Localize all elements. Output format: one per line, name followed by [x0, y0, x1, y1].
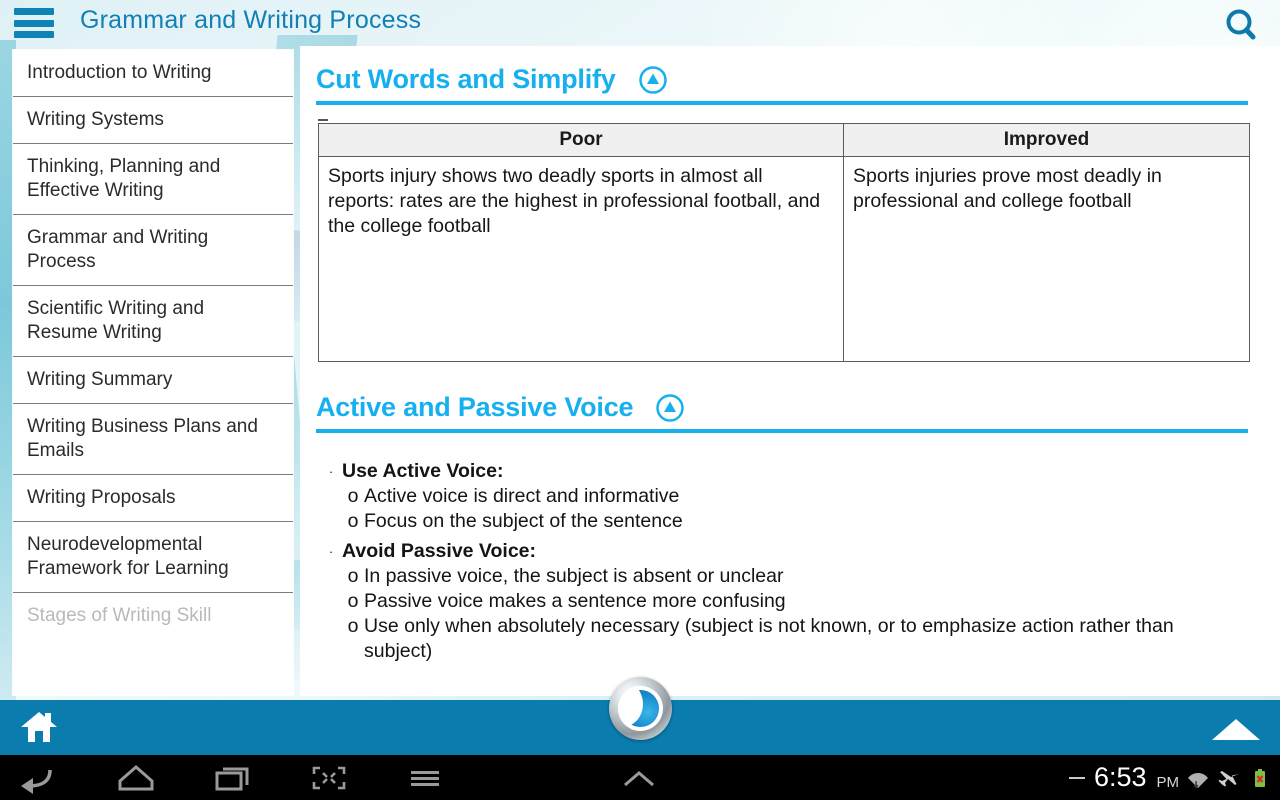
sidebar-item-neurodevelopmental-framework[interactable]: Neurodevelopmental Framework for Learnin…	[13, 522, 293, 593]
section-divider	[316, 429, 1248, 433]
home-icon[interactable]	[20, 710, 58, 744]
section-title: Active and Passive Voice	[316, 392, 634, 422]
sidebar-item-label: Writing Summary	[27, 369, 173, 390]
hamburger-bar	[14, 19, 54, 27]
home-outline-icon[interactable]	[113, 760, 159, 796]
sidebar-item-label: Neurodevelopmental Framework for Learnin…	[27, 534, 229, 579]
app-logo-icon[interactable]	[609, 677, 672, 740]
bullet-text: Use Active Voice:	[342, 460, 504, 482]
table-header-improved: Improved	[843, 123, 1250, 157]
list-item: · Use Active Voice:	[320, 459, 1262, 484]
collapse-up-icon[interactable]	[638, 65, 668, 95]
wifi-icon	[1186, 766, 1210, 790]
sub-bullet-marker: o	[347, 565, 359, 587]
airplane-mode-icon	[1217, 766, 1241, 790]
table-cell-poor: Sports injury shows two deadly sports in…	[318, 156, 844, 362]
list-item: o Focus on the subject of the sentence	[342, 509, 1262, 534]
sidebar-item-grammar-and-writing-process[interactable]: Grammar and Writing Process	[13, 215, 293, 286]
status-dash-icon	[1068, 776, 1085, 779]
sidebar-menu[interactable]: Introduction to Writing Writing Systems …	[13, 50, 293, 695]
sidebar-item-writing-systems[interactable]: Writing Systems	[13, 97, 293, 144]
sidebar-item-label: Writing Systems	[27, 109, 164, 130]
sub-bullet-text: Use only when absolutely necessary (subj…	[364, 615, 1174, 662]
sub-bullet-text: Focus on the subject of the sentence	[364, 510, 683, 532]
sidebar-item-writing-business-plans[interactable]: Writing Business Plans and Emails	[13, 404, 293, 475]
app-logo-inner	[618, 686, 663, 731]
section-header-active-passive: Active and Passive Voice	[316, 392, 1262, 423]
sub-bullet-marker: o	[347, 485, 359, 507]
sidebar-item-introduction-to-writing[interactable]: Introduction to Writing	[13, 50, 293, 97]
status-time: 6:53	[1093, 762, 1147, 792]
android-nav-bar: 6:53 PM	[0, 755, 1280, 800]
chevron-up-icon[interactable]	[616, 760, 662, 796]
up-triangle-icon[interactable]	[1210, 716, 1262, 742]
sidebar-item-stages-of-writing-skill[interactable]: Stages of Writing Skill	[13, 593, 293, 639]
sub-bullet-marker: o	[347, 510, 359, 532]
search-icon[interactable]	[1220, 4, 1262, 46]
top-bar: Grammar and Writing Process	[0, 0, 1280, 46]
section-header-cut-words: Cut Words and Simplify	[316, 64, 1262, 95]
bullet-marker: ·	[328, 544, 334, 559]
screenshot-icon[interactable]	[306, 760, 352, 796]
table-header-row: Poor Improved	[318, 123, 1250, 157]
sidebar-item-scientific-writing[interactable]: Scientific Writing and Resume Writing	[13, 286, 293, 357]
sidebar-item-label: Writing Business Plans and Emails	[27, 416, 258, 461]
app-root: Grammar and Writing Process Introduction…	[0, 0, 1280, 800]
sidebar-item-label: Grammar and Writing Process	[27, 227, 209, 272]
collapse-up-icon[interactable]	[655, 393, 685, 423]
sub-bullet-text: Passive voice makes a sentence more conf…	[364, 590, 786, 612]
hamburger-icon[interactable]	[14, 8, 54, 38]
list-item: o Active voice is direct and informative	[342, 484, 1262, 509]
section-divider	[316, 101, 1248, 105]
content-panel: Cut Words and Simplify Poor Improved Spo…	[300, 46, 1280, 696]
page-title: Grammar and Writing Process	[80, 6, 422, 34]
sidebar-item-label: Thinking, Planning and Effective Writing	[27, 156, 221, 201]
table-header-poor: Poor	[318, 123, 844, 157]
recent-apps-icon[interactable]	[210, 760, 256, 796]
comparison-table: Poor Improved Sports injury shows two de…	[318, 123, 1250, 362]
battery-error-icon	[1248, 766, 1272, 790]
sub-bullet-marker: o	[347, 590, 359, 612]
sub-bullet-text: Active voice is direct and informative	[364, 485, 680, 507]
list-item: o Use only when absolutely necessary (su…	[342, 614, 1262, 664]
list-item: · Avoid Passive Voice:	[320, 539, 1262, 564]
comparison-table-wrapper: Poor Improved Sports injury shows two de…	[318, 119, 1262, 362]
menu-lines-icon[interactable]	[402, 760, 448, 796]
sub-bullet-marker: o	[347, 615, 359, 637]
bullet-list: · Use Active Voice: o Active voice is di…	[320, 459, 1262, 664]
table-tick-mark	[318, 119, 328, 121]
status-ampm: PM	[1156, 774, 1180, 791]
sidebar-item-thinking-planning[interactable]: Thinking, Planning and Effective Writing	[13, 144, 293, 215]
sidebar-item-writing-proposals[interactable]: Writing Proposals	[13, 475, 293, 522]
sidebar-item-writing-summary[interactable]: Writing Summary	[13, 357, 293, 404]
sidebar-item-label: Writing Proposals	[27, 487, 176, 508]
list-item: o Passive voice makes a sentence more co…	[342, 589, 1262, 614]
back-arrow-icon[interactable]	[16, 760, 62, 796]
hamburger-bar	[14, 31, 54, 38]
sidebar-item-label: Scientific Writing and Resume Writing	[27, 298, 205, 343]
bullet-text: Avoid Passive Voice:	[342, 540, 537, 562]
table-cell-improved: Sports injuries prove most deadly in pro…	[843, 156, 1250, 362]
sidebar-item-label: Introduction to Writing	[27, 62, 212, 83]
hamburger-bar	[14, 8, 54, 15]
table-row: Sports injury shows two deadly sports in…	[318, 156, 1250, 362]
sub-bullet-text: In passive voice, the subject is absent …	[364, 565, 784, 587]
list-item: o In passive voice, the subject is absen…	[342, 564, 1262, 589]
sidebar-item-label: Stages of Writing Skill	[27, 605, 212, 626]
bullet-marker: ·	[328, 464, 334, 479]
section-title: Cut Words and Simplify	[316, 64, 616, 94]
status-area: 6:53 PM	[1068, 755, 1272, 800]
